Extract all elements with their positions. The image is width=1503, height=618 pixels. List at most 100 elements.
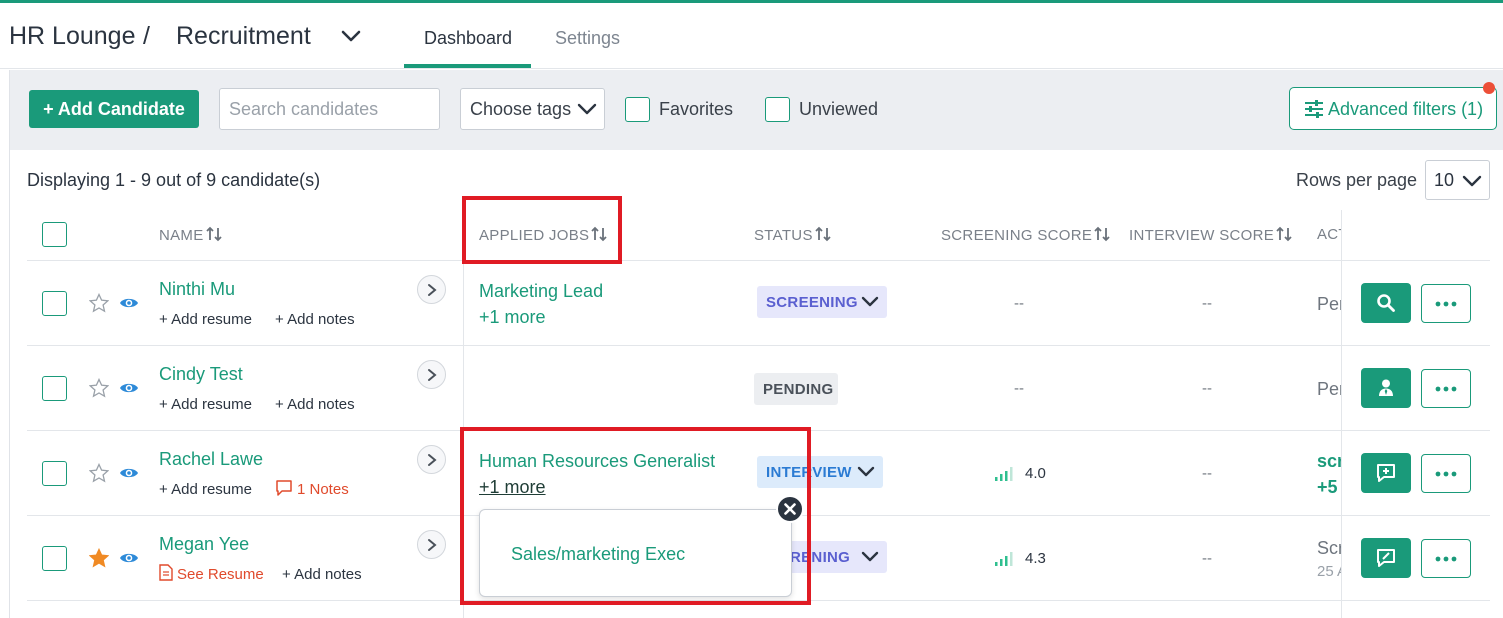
expand-row-button[interactable] — [417, 530, 446, 559]
ellipsis-icon — [1435, 471, 1457, 477]
add-notes-link[interactable]: + Add notes — [275, 311, 355, 328]
rows-per-page-label: Rows per page — [1296, 170, 1418, 190]
activity-more[interactable]: +5 — [1317, 477, 1338, 498]
breadcrumb-recruitment[interactable]: Recruitment — [176, 22, 311, 51]
candidate-name[interactable]: Ninthi Mu — [159, 279, 235, 300]
highlight-box-more-jobs — [460, 427, 811, 605]
ellipsis-icon — [1435, 556, 1457, 562]
highlight-box-applied-jobs-header — [462, 196, 622, 264]
column-header-status[interactable]: STATUS — [754, 226, 831, 244]
eye-icon[interactable] — [119, 551, 139, 565]
column-header-interview-score[interactable]: INTERVIEW SCORE — [1129, 226, 1292, 244]
sort-icon — [205, 226, 222, 242]
more-options-button[interactable] — [1421, 284, 1471, 323]
more-options-button[interactable] — [1421, 369, 1471, 408]
star-outline-icon[interactable] — [89, 463, 109, 483]
tab-dashboard[interactable]: Dashboard — [424, 28, 512, 49]
add-resume-link[interactable]: + Add resume — [159, 481, 252, 498]
rows-per-page-select[interactable]: 10 — [1425, 160, 1490, 200]
activity-text: Scr — [1317, 538, 1344, 558]
ellipsis-icon — [1435, 301, 1457, 307]
breadcrumb-separator: / — [143, 22, 150, 50]
tags-dropdown[interactable]: Choose tags — [460, 88, 605, 130]
user-tie-icon — [1379, 379, 1393, 396]
favorites-label: Favorites — [659, 99, 734, 119]
add-feedback-button[interactable] — [1361, 453, 1411, 493]
interview-score: -- — [1202, 380, 1212, 397]
interview-score: -- — [1202, 465, 1212, 482]
chevron-down-icon — [857, 466, 875, 477]
more-options-button[interactable] — [1421, 454, 1471, 493]
search-input[interactable] — [219, 88, 440, 130]
assign-user-button[interactable] — [1361, 368, 1411, 408]
row-divider — [1341, 345, 1490, 346]
edit-feedback-button[interactable] — [1361, 538, 1411, 578]
chevron-right-icon — [428, 454, 437, 466]
expand-row-button[interactable] — [417, 275, 446, 304]
expand-row-button[interactable] — [417, 360, 446, 389]
add-notes-link[interactable]: + Add notes — [282, 566, 362, 583]
row-checkbox[interactable] — [42, 546, 67, 571]
row-divider — [1341, 600, 1490, 601]
screening-score: -- — [1014, 380, 1024, 397]
column-header-name[interactable]: NAME — [159, 226, 222, 244]
favorites-checkbox[interactable] — [625, 97, 650, 122]
add-notes-link[interactable]: + Add notes — [275, 396, 355, 413]
candidate-name[interactable]: Cindy Test — [159, 364, 243, 385]
eye-icon[interactable] — [119, 381, 139, 395]
star-filled-icon[interactable] — [89, 548, 109, 568]
applied-job-link[interactable]: Marketing Lead — [479, 281, 603, 302]
notes-link[interactable]: 1 Notes — [297, 481, 349, 498]
candidate-name[interactable]: Megan Yee — [159, 534, 249, 555]
activity-text[interactable]: scr — [1317, 451, 1344, 472]
star-outline-icon[interactable] — [89, 293, 109, 313]
chevron-down-icon[interactable] — [340, 28, 362, 44]
sort-icon — [815, 226, 831, 242]
add-candidate-button[interactable]: + Add Candidate — [29, 90, 199, 128]
comment-plus-icon — [1377, 464, 1395, 482]
tab-settings[interactable]: Settings — [555, 28, 620, 49]
filter-notification-dot — [1483, 82, 1495, 94]
expand-row-button[interactable] — [417, 445, 446, 474]
status-dropdown[interactable]: SCREENING — [757, 286, 887, 318]
tags-dropdown-label: Choose tags — [470, 99, 572, 119]
more-jobs-link[interactable]: +1 more — [479, 307, 546, 328]
screening-score: 4.0 — [1025, 465, 1046, 482]
row-divider — [1341, 515, 1490, 516]
status-badge: PENDING — [754, 373, 838, 405]
select-all-checkbox[interactable] — [42, 222, 67, 247]
breadcrumb-hr-lounge[interactable]: HR Lounge — [9, 22, 135, 51]
row-checkbox[interactable] — [42, 461, 67, 486]
row-divider — [27, 345, 1490, 346]
more-options-button[interactable] — [1421, 539, 1471, 578]
row-checkbox[interactable] — [42, 376, 67, 401]
advanced-filters-label: Advanced filters (1) — [1328, 99, 1484, 119]
review-button[interactable] — [1361, 283, 1411, 323]
filter-sliders-icon — [1305, 100, 1323, 118]
candidate-name[interactable]: Rachel Lawe — [159, 449, 263, 470]
chevron-right-icon — [428, 369, 437, 381]
chevron-down-icon — [1462, 175, 1482, 187]
row-checkbox[interactable] — [42, 291, 67, 316]
add-resume-link[interactable]: + Add resume — [159, 396, 252, 413]
eye-icon[interactable] — [119, 296, 139, 310]
sort-icon — [1276, 226, 1292, 242]
star-outline-icon[interactable] — [89, 378, 109, 398]
interview-score: -- — [1202, 550, 1212, 567]
chevron-right-icon — [428, 284, 437, 296]
screening-score: -- — [1014, 295, 1024, 312]
unviewed-checkbox[interactable] — [765, 97, 790, 122]
see-resume-link[interactable]: See Resume — [177, 566, 264, 583]
chevron-down-icon — [861, 551, 879, 562]
search-icon — [1377, 294, 1395, 312]
comment-icon — [276, 480, 292, 496]
advanced-filters-button[interactable]: Advanced filters (1) — [1289, 87, 1497, 130]
signal-bars-icon — [995, 552, 1013, 566]
interview-score: -- — [1202, 295, 1212, 312]
add-resume-link[interactable]: + Add resume — [159, 311, 252, 328]
unviewed-label: Unviewed — [799, 99, 879, 119]
chevron-right-icon — [428, 539, 437, 551]
column-header-screening-score[interactable]: SCREENING SCORE — [941, 226, 1110, 244]
rows-per-page-value: 10 — [1434, 170, 1455, 190]
eye-icon[interactable] — [119, 466, 139, 480]
